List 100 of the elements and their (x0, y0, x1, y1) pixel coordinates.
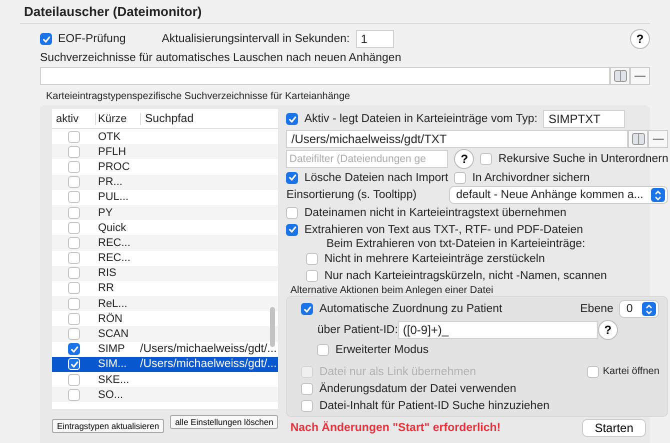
table-row[interactable]: SIMP /Users/michaelweiss/gdt/... (52, 342, 278, 357)
checkbox[interactable] (68, 312, 80, 325)
alternative-title: Alternative Aktionen beim Anlegen einer Datei (289, 285, 494, 296)
extract-note: Beim Extrahieren von txt-Dateien in Karteieinträge: (325, 238, 586, 250)
table-row[interactable]: Quick (52, 220, 278, 236)
checkbox-label: Lösche Dateien nach Import (304, 172, 448, 184)
table-cell-text: PR... (97, 176, 124, 188)
checkbox[interactable] (306, 252, 318, 264)
checkbox-label: Aktiv - legt Dateien in Karteieinträge vom Typ: (304, 113, 538, 125)
checkbox[interactable] (480, 153, 492, 165)
checkbox[interactable] (301, 400, 314, 412)
checkbox[interactable] (68, 176, 80, 188)
checkbox[interactable] (68, 191, 80, 204)
checkbox[interactable] (301, 382, 314, 394)
checkbox[interactable] (68, 298, 80, 310)
checkbox-label: Erweiterter Modus (335, 344, 429, 356)
checkbox[interactable] (301, 303, 314, 315)
checkbox-label: Rekursive Suche in Unterordnern (498, 153, 668, 165)
table-row[interactable]: OTK (52, 129, 278, 144)
table-cell-text: PY (97, 206, 114, 219)
checkbox[interactable] (317, 344, 330, 356)
checkbox[interactable] (68, 146, 80, 158)
action-button[interactable]: Eintragstypen aktualisieren (52, 419, 164, 433)
column-header[interactable]: Suchpfad (141, 112, 278, 124)
table-row[interactable]: REC... (52, 250, 278, 266)
level-dropdown[interactable]: 0 (619, 300, 660, 318)
file-filter-field[interactable]: Dateifilter (Dateiendungen ge (286, 150, 448, 168)
table-cell-text: ReL... (97, 298, 128, 310)
warning-text: Nach Änderungen "Start" erforderlich! (290, 422, 501, 434)
table-row[interactable]: ReL... (52, 296, 278, 312)
checkbox-label: Kartei öffnen (602, 366, 660, 377)
table-cell-text: SO... (97, 388, 124, 401)
column-header[interactable]: Kürze (96, 112, 141, 124)
folder-picker-button[interactable] (628, 130, 648, 148)
table-row[interactable]: SKE... (52, 372, 278, 388)
checkbox-label: In Archivordner sichern (472, 172, 590, 184)
table-cell: /Users/michaelweiss/gdt/... (140, 343, 277, 356)
remove-button[interactable]: — (630, 67, 650, 85)
table-cell-text: SCAN (97, 328, 130, 340)
column-header[interactable]: aktiv (52, 112, 96, 124)
checkbox[interactable] (68, 222, 80, 234)
interval-field[interactable]: 1 (356, 30, 394, 48)
sort-dropdown[interactable]: default - Neue Anhänge kommen a... (449, 186, 668, 204)
action-button[interactable]: alle Einstellungen löschen (170, 415, 278, 429)
help-button[interactable]: ? (454, 149, 474, 169)
checkbox-label: Datei-Inhalt für Patient-ID Suche hinzuziehen (319, 400, 550, 412)
type-field[interactable]: SIMPTXT (543, 110, 626, 128)
checkbox[interactable] (586, 366, 599, 378)
checkbox-label: Nur nach Karteieintragskürzeln, nicht -Namen, scannen (324, 270, 607, 282)
checkbox[interactable] (286, 206, 298, 218)
checkbox[interactable] (68, 252, 80, 264)
table-cell-text: REC... (97, 236, 132, 249)
table-row[interactable]: RIS (52, 266, 278, 281)
checkbox[interactable] (286, 172, 298, 184)
checkbox[interactable] (68, 343, 80, 356)
table-row[interactable]: PFLH (52, 144, 278, 160)
table-cell-text: REC... (97, 252, 132, 264)
help-button[interactable]: ? (630, 29, 650, 49)
checkbox[interactable] (40, 33, 52, 45)
checkbox-label: Nicht in mehrere Karteieinträge zerstückeln (324, 252, 545, 264)
checkbox[interactable] (68, 206, 80, 219)
table-row[interactable]: SCAN (52, 326, 278, 342)
table-row[interactable]: PR... (52, 174, 278, 190)
search-directories-label: Suchverzeichnisse für automatisches Lauschen nach neuen Anhängen (39, 52, 402, 64)
table-cell-text: SIMP (97, 343, 126, 356)
folder-picker-button[interactable] (610, 67, 630, 85)
table-row[interactable]: PUL... (52, 190, 278, 205)
checkbox[interactable] (68, 130, 80, 143)
table-row[interactable]: REC... (52, 235, 278, 250)
section-title: Dateilauscher (Dateimonitor) (23, 4, 203, 19)
checkbox[interactable] (68, 267, 80, 280)
sort-label: Einsortierung (s. Tooltipp) (286, 189, 417, 201)
checkbox[interactable] (286, 113, 298, 125)
patient-id-label: über Patient-ID: (317, 324, 398, 336)
checkbox[interactable] (68, 388, 80, 401)
table-row[interactable]: PROC (52, 159, 278, 175)
split-square-icon (632, 133, 645, 145)
checkbox[interactable] (454, 172, 466, 184)
start-button[interactable]: Starten (582, 419, 646, 437)
path-field[interactable]: /Users/michaelweiss/gdt/TXT (286, 130, 628, 148)
checkbox-label: EOF-Prüfung (58, 33, 126, 45)
checkbox[interactable] (286, 224, 298, 236)
level-label: Ebene (580, 303, 614, 315)
table-row[interactable]: RR (52, 280, 278, 296)
patient-id-field[interactable]: ([0-9]+)_ (398, 320, 598, 338)
checkbox[interactable] (306, 270, 318, 282)
table-cell-text: RIS (97, 267, 118, 280)
checkbox[interactable] (68, 282, 80, 294)
table-row[interactable]: SIM... /Users/michaelweiss/gdt/... (52, 356, 278, 372)
checkbox[interactable] (68, 236, 80, 249)
checkbox-label: Automatische Zuordnung zu Patient (319, 303, 502, 315)
remove-button[interactable]: — (648, 130, 668, 148)
table-row[interactable]: RÖN (52, 311, 278, 326)
checkbox[interactable] (68, 328, 80, 340)
table-row[interactable]: PY (52, 204, 278, 220)
checkbox[interactable] (68, 160, 80, 173)
table-row[interactable]: SO... (52, 387, 278, 402)
checkbox-label: Extrahieren von Text aus TXT-, RTF- und PDF-Dateien (304, 224, 584, 236)
checkbox[interactable] (68, 374, 80, 386)
help-button[interactable]: ? (598, 320, 618, 340)
